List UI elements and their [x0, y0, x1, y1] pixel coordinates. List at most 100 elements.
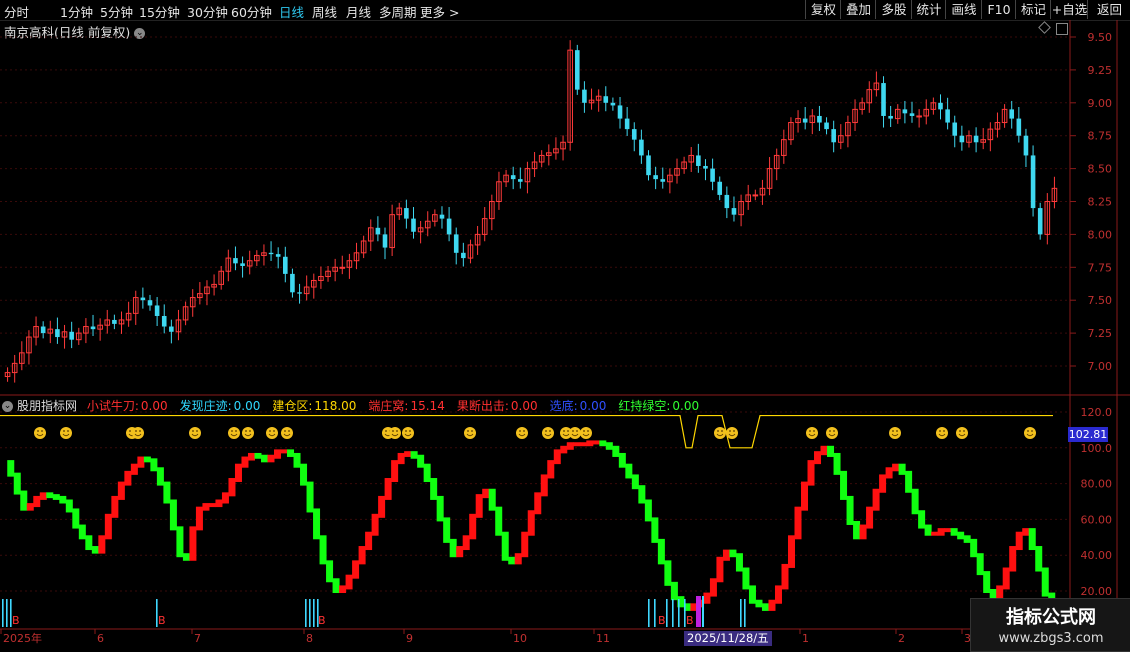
candle-up [688, 154, 695, 163]
toolbar-button-6[interactable]: 标记 [1015, 0, 1051, 19]
candle-down [112, 319, 117, 324]
smiley-icon [518, 433, 526, 437]
smiley-icon [133, 430, 135, 432]
candle-down [439, 214, 445, 219]
osc-bar [703, 592, 711, 604]
period-0[interactable]: 分时 [4, 2, 29, 21]
smiley-icon [266, 427, 278, 439]
diamond-icon[interactable] [1038, 21, 1051, 34]
candle-up [531, 161, 538, 170]
period-1[interactable]: 1分钟 [60, 2, 93, 21]
osc-bar [781, 563, 789, 590]
candle-up [75, 332, 82, 341]
smiley-icon [576, 430, 578, 432]
osc-bar [625, 463, 633, 479]
osc-bar [657, 538, 665, 565]
smiley-icon [385, 430, 387, 432]
candle-up [503, 174, 509, 183]
osc-bar [553, 449, 561, 465]
toolbar-button-5[interactable]: F10 [981, 0, 1016, 19]
candle-down [1037, 208, 1043, 235]
osc-bar [287, 449, 295, 457]
candle-up [987, 128, 994, 141]
smiley-icon [963, 430, 965, 432]
osc-bar [807, 460, 815, 486]
period-3[interactable]: 15分钟 [139, 2, 180, 21]
smiley-icon [544, 433, 552, 437]
candle-down [945, 109, 950, 123]
osc-bar [918, 510, 926, 529]
osc-bar [85, 535, 93, 551]
buy-marker: B [12, 614, 20, 627]
candle-up [204, 286, 210, 295]
period-4[interactable]: 30分钟 [187, 2, 228, 21]
smiley-icon [806, 427, 818, 439]
toolbar-button-4[interactable]: 画线 [945, 0, 982, 19]
chevron-down-icon[interactable]: ⌄ [2, 401, 13, 412]
chevron-down-icon[interactable]: ⌄ [134, 28, 146, 39]
smiley-icon [467, 430, 469, 432]
osc-bar [774, 585, 782, 604]
osc-bar [801, 481, 809, 511]
candle-down [696, 155, 701, 166]
osc-bar [592, 440, 600, 445]
date-tick-label: 2 [898, 632, 905, 645]
candle-up [474, 233, 481, 246]
candle-up [104, 319, 111, 326]
window-icon[interactable] [1056, 23, 1068, 35]
osc-bar [963, 535, 971, 543]
price-tick-label: 8.50 [1088, 163, 1113, 176]
price-tick-label: 8.00 [1088, 228, 1113, 241]
osc-bar [859, 524, 867, 540]
period-8[interactable]: 月线 [346, 2, 371, 21]
osc-bar [462, 535, 470, 551]
candle-down [154, 305, 160, 316]
toolbar-button-8[interactable]: 返回 [1087, 0, 1130, 19]
osc-bar [143, 456, 151, 463]
candle-up [873, 82, 880, 91]
smiley-icon [896, 430, 898, 432]
candle-down [275, 254, 281, 257]
period-7[interactable]: 周线 [312, 2, 337, 21]
osc-bar [794, 506, 802, 540]
toolbar-button-0[interactable]: 复权 [805, 0, 841, 19]
price-tick-label: 7.00 [1088, 360, 1113, 373]
osc-bar [365, 531, 373, 551]
candle-down [55, 329, 60, 338]
toolbar-button-3[interactable]: 统计 [911, 0, 946, 19]
osc-bar [104, 513, 112, 540]
toolbar-button-2[interactable]: 多股 [875, 0, 912, 19]
smiley-icon [389, 430, 391, 432]
date-tick-label: 10 [513, 632, 527, 645]
period-5[interactable]: 60分钟 [231, 2, 272, 21]
smiley-icon [717, 430, 719, 432]
candle-down [69, 331, 74, 340]
period-10[interactable]: 更多 > [420, 2, 459, 21]
candle-up [994, 122, 1001, 130]
smiley-icon [37, 430, 39, 432]
smiley-icon [396, 430, 398, 432]
candle-up [781, 139, 787, 156]
side-panel-text [1118, 30, 1130, 395]
indicator-item-0: 小试牛刀: 0.00 [87, 399, 174, 413]
smiley-icon [192, 430, 194, 432]
period-9[interactable]: 多周期 [379, 2, 417, 21]
candle-up [467, 244, 474, 259]
osc-bar [137, 456, 145, 468]
osc-bar [430, 478, 438, 500]
toolbar-button-7[interactable]: +自选 [1050, 0, 1088, 19]
candle-down [624, 118, 630, 130]
toolbar-button-1[interactable]: 叠加 [840, 0, 876, 19]
candle-up [389, 214, 395, 249]
osc-bar [449, 538, 457, 558]
osc-bar [371, 513, 379, 536]
osc-bar [391, 460, 399, 483]
smiley-icon [936, 427, 948, 439]
smiley-icon [129, 430, 131, 432]
period-2[interactable]: 5分钟 [100, 2, 133, 21]
smiley-icon [572, 430, 574, 432]
smiley-icon [828, 433, 836, 437]
signal-bar [313, 599, 315, 627]
smiley-icon [567, 430, 569, 432]
period-6[interactable]: 日线 [279, 2, 304, 21]
